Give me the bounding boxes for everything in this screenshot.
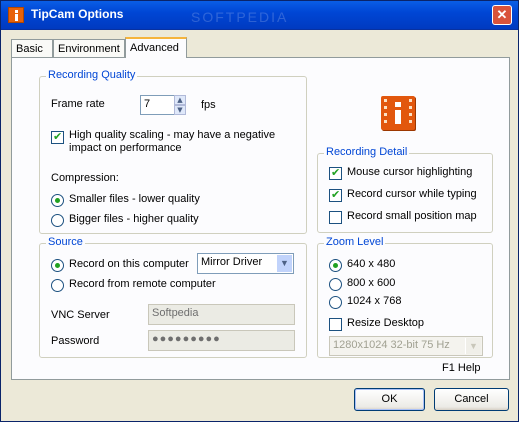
frame-rate-label: Frame rate <box>51 98 105 110</box>
record-remote-radio[interactable] <box>51 279 64 292</box>
frame-rate-input[interactable]: 7 <box>140 95 176 115</box>
record-local-radio[interactable] <box>51 259 64 272</box>
high-quality-checkbox[interactable] <box>51 130 64 144</box>
driver-select[interactable]: Mirror Driver ▼ <box>197 253 294 274</box>
zoom-1024-radio[interactable] <box>329 296 342 309</box>
chevron-down-icon[interactable]: ▼ <box>276 255 292 272</box>
tab-basic[interactable]: Basic <box>11 39 53 57</box>
chevron-down-icon[interactable]: ▼ <box>465 338 481 354</box>
compression-label: Compression: <box>51 172 119 184</box>
cancel-button[interactable]: Cancel <box>434 388 509 411</box>
display-mode-value: 1280x1024 32-bit 75 Hz <box>333 339 450 351</box>
compression-smaller-label: Smaller files - lower quality <box>69 193 200 205</box>
compression-bigger-label: Bigger files - higher quality <box>69 213 199 225</box>
title-bar[interactable]: TipCam Options SOFTPEDIA ✕ <box>1 1 518 30</box>
group-legend: Zoom Level <box>324 236 386 248</box>
record-remote-label: Record from remote computer <box>69 278 216 290</box>
tipcam-logo-icon <box>381 96 415 130</box>
help-hint[interactable]: F1 Help <box>442 362 481 374</box>
cursor-typing-checkbox[interactable] <box>329 188 342 202</box>
zoom-800-radio[interactable] <box>329 278 342 291</box>
position-map-label: Record small position map <box>347 210 477 222</box>
resize-desktop-label: Resize Desktop <box>347 317 425 329</box>
recording-quality-group: Recording Quality Frame rate 7 ▲ ▼ fps H… <box>39 69 307 234</box>
mouse-highlight-checkbox[interactable] <box>329 166 342 180</box>
cursor-typing-label: Record cursor while typing <box>347 188 477 200</box>
tab-advanced[interactable]: Advanced <box>125 37 187 58</box>
watermark: SOFTPEDIA <box>191 9 289 25</box>
tipcam-icon <box>8 7 24 23</box>
ok-button[interactable]: OK <box>354 388 425 411</box>
window-title: TipCam Options <box>31 7 124 21</box>
resize-desktop-checkbox[interactable] <box>329 318 342 331</box>
close-button[interactable]: ✕ <box>492 5 512 25</box>
zoom-800-label: 800 x 600 <box>347 277 396 289</box>
high-quality-label: High quality scaling - may have a negati… <box>69 129 276 141</box>
source-group: Source Record on this computer Mirror Dr… <box>39 236 307 358</box>
group-legend: Recording Detail <box>324 146 410 158</box>
record-local-label: Record on this computer <box>69 258 189 270</box>
group-legend: Recording Quality <box>46 69 138 81</box>
password-label: Password <box>51 335 100 347</box>
mouse-highlight-label: Mouse cursor highlighting <box>347 166 473 178</box>
position-map-checkbox[interactable] <box>329 211 342 224</box>
spin-down-icon[interactable]: ▼ <box>174 105 186 115</box>
zoom-640-label: 640 x 480 <box>347 258 396 270</box>
high-quality-label-2: impact on performance <box>69 142 182 154</box>
recording-detail-group: Recording Detail Mouse cursor highlighti… <box>317 146 493 233</box>
driver-select-value: Mirror Driver <box>201 256 263 268</box>
fps-label: fps <box>201 99 216 111</box>
zoom-640-radio[interactable] <box>329 259 342 272</box>
zoom-level-group: Zoom Level 640 x 480 800 x 600 1024 x 76… <box>317 236 493 358</box>
password-input[interactable]: ●●●●●●●●● <box>148 330 295 351</box>
zoom-1024-label: 1024 x 768 <box>347 295 402 307</box>
spin-up-icon[interactable]: ▲ <box>174 95 186 105</box>
display-mode-select[interactable]: 1280x1024 32-bit 75 Hz ▼ <box>329 336 483 356</box>
options-window: TipCam Options SOFTPEDIA ✕ Basic Environ… <box>0 0 519 422</box>
compression-bigger-radio[interactable] <box>51 214 64 227</box>
advanced-panel: Recording Quality Frame rate 7 ▲ ▼ fps H… <box>11 57 510 380</box>
tab-environment[interactable]: Environment <box>53 39 125 57</box>
vnc-server-input[interactable]: Softpedia <box>148 304 295 325</box>
group-legend: Source <box>46 236 85 248</box>
compression-smaller-radio[interactable] <box>51 194 64 207</box>
vnc-server-label: VNC Server <box>51 309 110 321</box>
